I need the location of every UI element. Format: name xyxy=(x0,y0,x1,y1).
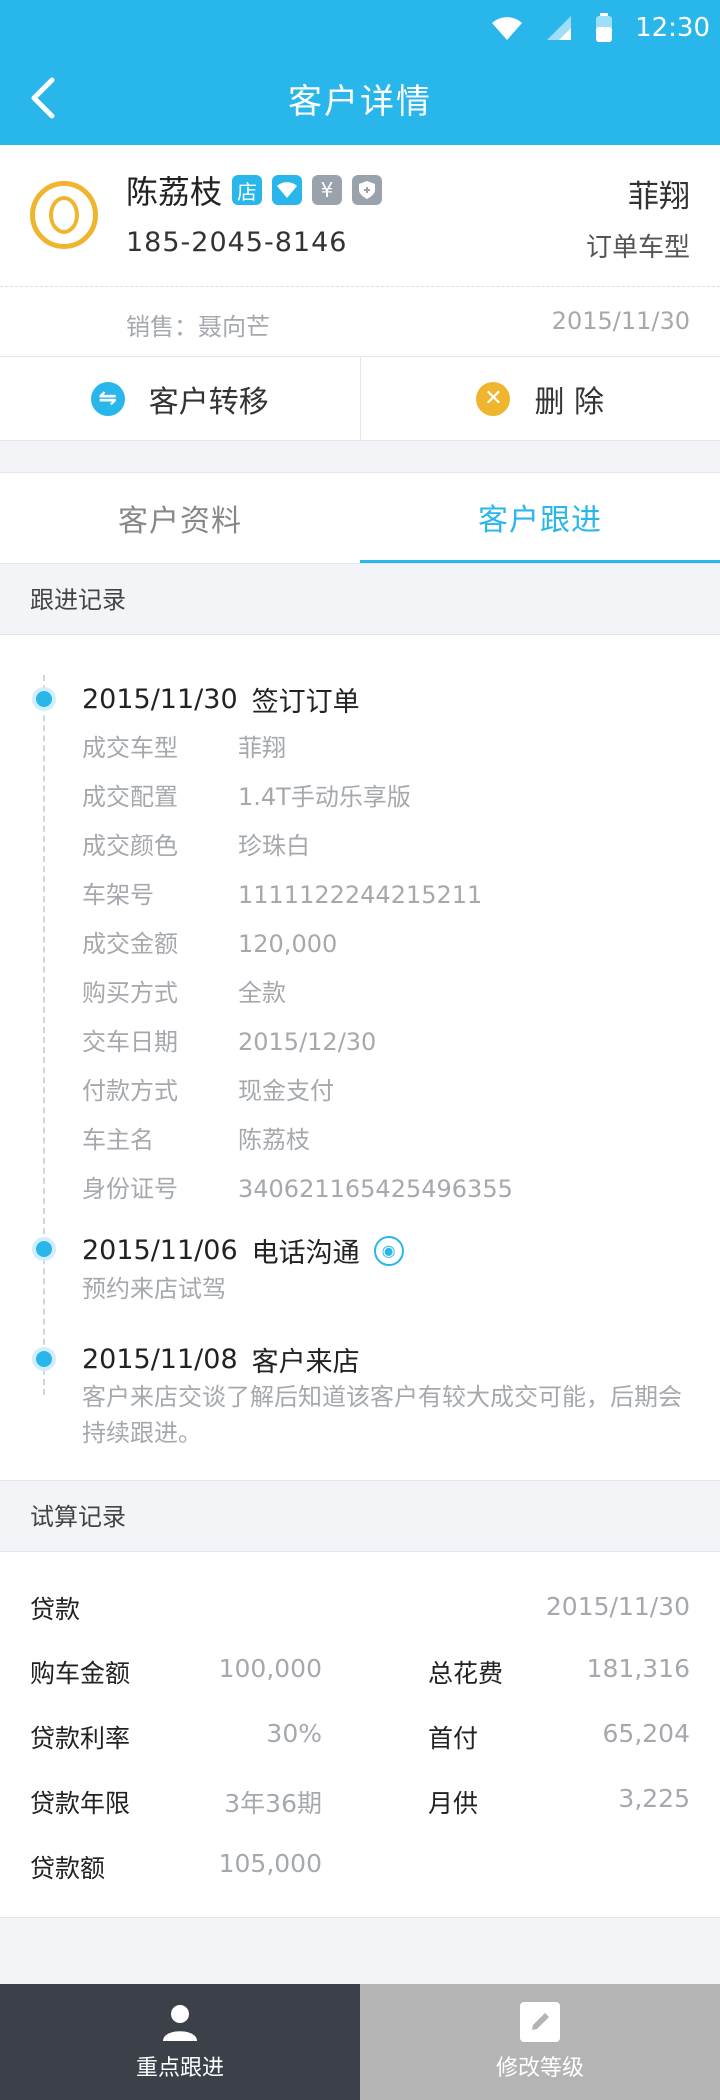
action-bar: ⇋ 客户转移 ✕ 删 除 xyxy=(0,357,720,441)
transfer-icon: ⇋ xyxy=(90,381,125,416)
bottom-action-bar: 重点跟进 修改等级 xyxy=(0,1984,720,2100)
loan-key: 月供 xyxy=(428,1789,479,1818)
tab-customer-followup[interactable]: 客户跟进 xyxy=(360,473,720,563)
loan-key: 贷款利率 xyxy=(30,1724,131,1753)
sales-person: 销售：聂向芒 xyxy=(126,313,270,341)
order-label: 订单车型 xyxy=(585,233,690,263)
detail-row: 交车日期 2015/12/30 xyxy=(82,1028,377,1056)
sales-date: 2015/11/30 xyxy=(551,307,690,335)
avatar xyxy=(30,181,98,249)
detail-row: 车主名 陈荔枝 xyxy=(82,1126,310,1154)
signal-icon xyxy=(547,16,572,40)
tab-bar: 客户资料 客户跟进 xyxy=(0,472,720,564)
event-note: 客户来店交谈了解后知道该客户有较大成交可能，后期会持续跟进。 xyxy=(82,1383,682,1447)
followup-section-header: 跟进记录 xyxy=(0,565,720,635)
loan-value: 181,316 xyxy=(586,1654,690,1683)
loan-value: 105,000 xyxy=(218,1849,322,1878)
yuan-badge: ¥ xyxy=(312,175,343,205)
detail-row: 购买方式 全款 xyxy=(82,979,286,1007)
timeline-line xyxy=(43,675,45,1395)
close-icon: ✕ xyxy=(476,381,511,416)
event-type: 签订订单 xyxy=(251,687,360,718)
nav-bar: 客户详情 xyxy=(0,60,720,136)
delete-customer-button[interactable]: ✕ 删 除 xyxy=(359,357,720,440)
battery-icon xyxy=(596,13,613,42)
loan-key: 贷款额 xyxy=(30,1854,106,1883)
loan-value: 30% xyxy=(266,1719,322,1748)
customer-name-row: 陈荔枝 店 ¥ xyxy=(126,167,383,213)
loan-key: 总花费 xyxy=(428,1659,504,1688)
top-bar: 12:30 客户详情 xyxy=(0,0,720,145)
event-date: 2015/11/30 xyxy=(82,684,238,715)
loan-key: 购车金额 xyxy=(30,1659,131,1688)
followup-timeline: 2015/11/30 签订订单 成交车型 菲翔 成交配置 1.4T手动乐享版 成交颜… xyxy=(0,635,720,1481)
wifi-badge-icon xyxy=(272,175,303,205)
loan-value: 3,225 xyxy=(618,1784,690,1813)
loan-date: 2015/11/30 xyxy=(545,1592,690,1621)
detail-row: 身份证号 340621165425496355 xyxy=(82,1175,513,1203)
detail-row: 成交配置 1.4T手动乐享版 xyxy=(82,783,411,811)
loan-value: 100,000 xyxy=(218,1654,322,1683)
person-icon xyxy=(163,2005,197,2041)
store-badge: 店 xyxy=(232,175,263,205)
loan-key: 首付 xyxy=(428,1724,479,1753)
key-followup-button[interactable]: 重点跟进 xyxy=(0,1984,360,2100)
loan-record: 贷款 2015/11/30 购车金额 100,000 总花费 181,316 贷… xyxy=(0,1552,720,1918)
detail-row: 成交车型 菲翔 xyxy=(82,734,286,762)
detail-row: 成交金额 120,000 xyxy=(82,930,338,958)
timeline-dot xyxy=(32,687,56,711)
customer-name: 陈荔枝 xyxy=(126,173,223,211)
event-title: 2015/11/08 客户来店 xyxy=(82,1340,360,1379)
event-title: 2015/11/30 签订订单 xyxy=(82,680,360,719)
timeline-dot xyxy=(32,1347,56,1371)
status-bar: 12:30 xyxy=(491,8,710,48)
tab-customer-info[interactable]: 客户资料 xyxy=(0,473,360,563)
edit-level-label: 修改等级 xyxy=(495,2056,584,2081)
wifi-icon xyxy=(492,17,523,40)
edit-level-button[interactable]: 修改等级 xyxy=(360,1984,720,2100)
call-recording-icon[interactable]: ◉ xyxy=(373,1235,404,1266)
loan-title: 贷款 xyxy=(30,1595,81,1624)
customer-phone[interactable]: 185-2045-8146 xyxy=(126,227,347,258)
loan-value: 3年36期 xyxy=(224,1789,322,1818)
loan-section-header: 试算记录 xyxy=(0,1482,720,1552)
detail-row: 车架号 1111122244215211 xyxy=(82,881,483,909)
event-type: 电话沟通 xyxy=(251,1238,360,1269)
status-time: 12:30 xyxy=(635,13,710,43)
delete-label: 删 除 xyxy=(534,384,605,420)
timeline-dot xyxy=(32,1237,56,1261)
key-followup-label: 重点跟进 xyxy=(135,2056,224,2081)
detail-row: 成交颜色 珍珠白 xyxy=(82,832,310,860)
event-note: 预约来店试驾 xyxy=(82,1275,226,1303)
sales-row: 销售：聂向芒 2015/11/30 xyxy=(0,287,720,357)
transfer-customer-button[interactable]: ⇋ 客户转移 xyxy=(0,357,360,440)
event-title: 2015/11/06 电话沟通 ◉ xyxy=(82,1231,404,1270)
page-title: 客户详情 xyxy=(288,81,432,122)
detail-row: 付款方式 现金支付 xyxy=(82,1077,334,1105)
loan-key: 贷款年限 xyxy=(30,1789,131,1818)
transfer-label: 客户转移 xyxy=(148,384,269,420)
event-date: 2015/11/08 xyxy=(82,1344,238,1375)
shield-badge-icon xyxy=(352,175,383,205)
loan-value: 65,204 xyxy=(602,1719,690,1748)
customer-card: 陈荔枝 店 ¥ 185-2045-8146 菲翔 订单车型 xyxy=(0,145,720,287)
edit-pencil-icon xyxy=(520,2002,560,2042)
event-type: 客户来店 xyxy=(251,1347,360,1378)
customer-car-model: 菲翔 xyxy=(628,179,690,215)
back-arrow-icon[interactable] xyxy=(24,76,64,120)
event-date: 2015/11/06 xyxy=(82,1235,238,1266)
